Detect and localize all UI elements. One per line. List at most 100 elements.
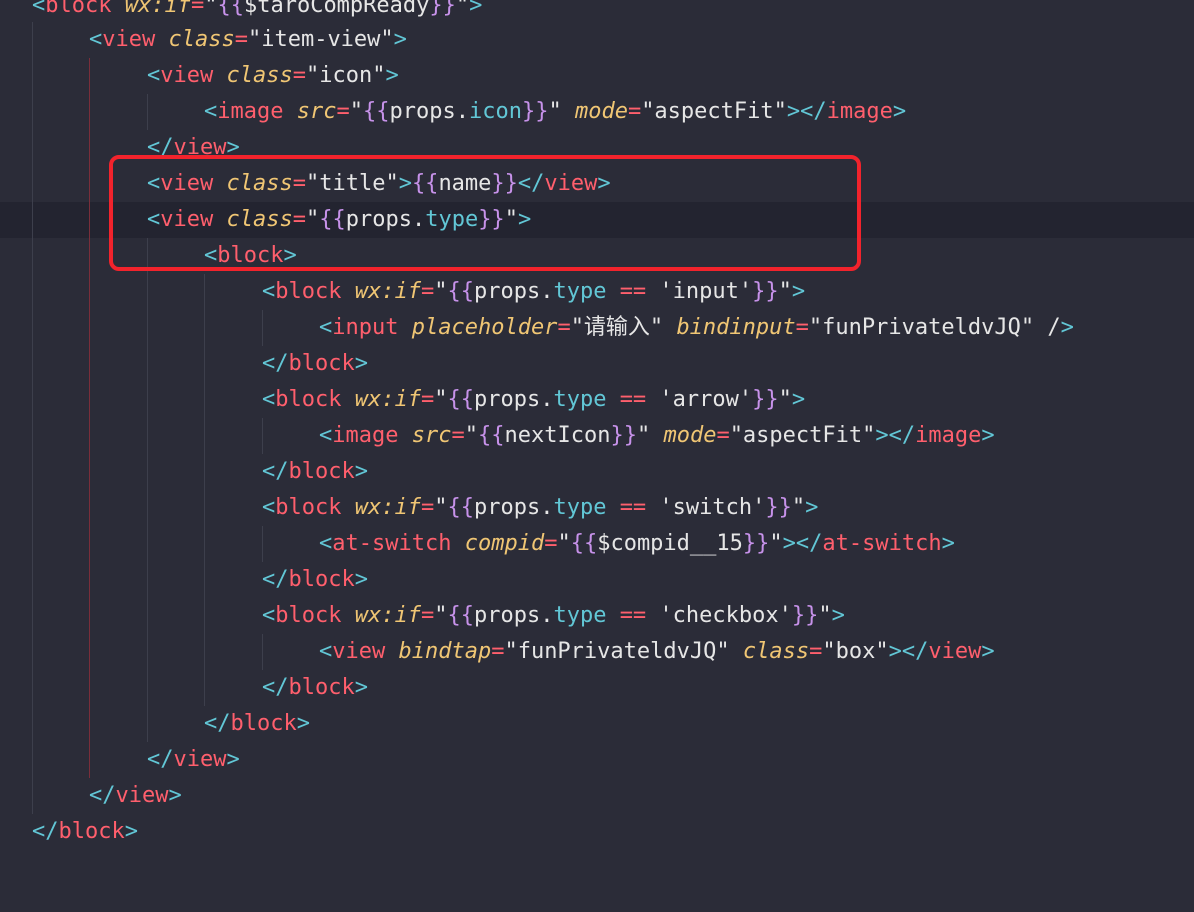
indent-guide <box>89 418 90 454</box>
code-line[interactable]: </view> <box>0 778 1194 814</box>
code-line[interactable]: <view class="item-view"> <box>0 22 1194 58</box>
indent-guide <box>32 418 33 454</box>
code-line[interactable]: </block> <box>0 670 1194 706</box>
indent-guide <box>32 58 33 94</box>
indent-guide <box>32 346 33 382</box>
code-line[interactable]: <view class="icon"> <box>0 58 1194 94</box>
code-line[interactable]: </view> <box>0 130 1194 166</box>
indent-guide <box>89 454 90 490</box>
code-line[interactable]: <block> <box>0 238 1194 274</box>
code-text: <view class="item-view"> <box>89 27 407 52</box>
indent-guide <box>147 490 148 526</box>
code-line[interactable]: <block wx:if="{{$taroCompReady}}"> <box>0 0 1194 24</box>
indent-guide <box>32 634 33 670</box>
code-line[interactable]: <view class="title">{{name}}</view> <box>0 166 1194 202</box>
indent-guide <box>32 166 33 202</box>
code-line[interactable]: </view> <box>0 742 1194 778</box>
indent-guide <box>204 346 205 382</box>
code-line[interactable]: <block wx:if="{{props.type == 'switch'}}… <box>0 490 1194 526</box>
code-line-current[interactable]: <view class="{{props.type}}"> <box>0 202 1194 238</box>
code-line[interactable]: </block> <box>0 706 1194 742</box>
indent-guide <box>32 310 33 346</box>
code-text: </block> <box>32 819 138 844</box>
code-line[interactable]: <block wx:if="{{props.type == 'arrow'}}"… <box>0 382 1194 418</box>
indent-guide <box>89 562 90 598</box>
code-line[interactable]: <view bindtap="funPrivateldvJQ" class="b… <box>0 634 1194 670</box>
code-editor[interactable]: <block wx:if="{{$taroCompReady}}"> <view… <box>0 0 1194 912</box>
code-text: </block> <box>262 567 368 592</box>
indent-guide <box>32 598 33 634</box>
code-line[interactable]: <at-switch compid="{{$compid__15}}"></at… <box>0 526 1194 562</box>
code-line[interactable]: </block> <box>0 454 1194 490</box>
code-line[interactable]: </block> <box>0 346 1194 382</box>
indent-guide <box>147 598 148 634</box>
indent-guide <box>147 310 148 346</box>
indent-guide <box>32 130 33 166</box>
indent-guide <box>204 490 205 526</box>
code-text: </block> <box>262 675 368 700</box>
code-line[interactable]: <image src="{{nextIcon}}" mode="aspectFi… <box>0 418 1194 454</box>
code-line[interactable]: <input placeholder="请输入" bindinput="funP… <box>0 310 1194 346</box>
indent-guide <box>89 58 90 94</box>
indent-guide <box>89 634 90 670</box>
indent-guide <box>204 598 205 634</box>
indent-guide <box>204 670 205 706</box>
indent-guide <box>89 670 90 706</box>
indent-guide <box>204 634 205 670</box>
indent-guide <box>204 274 205 310</box>
indent-guide <box>262 634 263 670</box>
indent-guide <box>89 94 90 130</box>
indent-guide <box>204 526 205 562</box>
indent-guide <box>147 274 148 310</box>
code-text: <block wx:if="{{props.type == 'checkbox'… <box>262 603 845 628</box>
code-text: <image src="{{nextIcon}}" mode="aspectFi… <box>319 423 995 448</box>
code-line[interactable]: <image src="{{props.icon}}" mode="aspect… <box>0 94 1194 130</box>
indent-guide <box>147 454 148 490</box>
indent-guide <box>89 202 90 238</box>
code-text: <block wx:if="{{props.type == 'arrow'}}"… <box>262 387 806 412</box>
indent-guide <box>89 346 90 382</box>
code-text: <view class="icon"> <box>147 63 399 88</box>
indent-guide <box>262 418 263 454</box>
indent-guide <box>89 742 90 778</box>
indent-guide <box>204 454 205 490</box>
indent-guide <box>32 742 33 778</box>
indent-guide <box>147 706 148 742</box>
indent-guide <box>89 490 90 526</box>
indent-guide <box>89 274 90 310</box>
code-line[interactable]: </block> <box>0 814 1194 850</box>
indent-guide <box>89 526 90 562</box>
indent-guide <box>89 598 90 634</box>
indent-guide <box>32 490 33 526</box>
indent-guide <box>32 706 33 742</box>
indent-guide <box>262 310 263 346</box>
code-text: <input placeholder="请输入" bindinput="funP… <box>319 315 1074 340</box>
code-text: <image src="{{props.icon}}" mode="aspect… <box>204 99 907 124</box>
indent-guide <box>89 130 90 166</box>
indent-guide <box>32 22 33 58</box>
indent-guide <box>32 202 33 238</box>
indent-guide <box>147 670 148 706</box>
indent-guide <box>204 310 205 346</box>
indent-guide <box>204 382 205 418</box>
code-text: <view bindtap="funPrivateldvJQ" class="b… <box>319 639 995 664</box>
indent-guide <box>32 454 33 490</box>
code-text: <at-switch compid="{{$compid__15}}"></at… <box>319 531 955 556</box>
indent-guide <box>32 382 33 418</box>
code-text: <block> <box>204 243 297 268</box>
indent-guide <box>32 670 33 706</box>
indent-guide <box>32 562 33 598</box>
code-text: </view> <box>147 747 240 772</box>
code-text: </block> <box>204 711 310 736</box>
indent-guide <box>147 526 148 562</box>
code-line[interactable]: <block wx:if="{{props.type == 'input'}}"… <box>0 274 1194 310</box>
indent-guide <box>89 310 90 346</box>
indent-guide <box>147 634 148 670</box>
code-line[interactable]: </block> <box>0 562 1194 598</box>
code-line[interactable]: <block wx:if="{{props.type == 'checkbox'… <box>0 598 1194 634</box>
code-text: <block wx:if="{{$taroCompReady}}"> <box>32 0 483 18</box>
indent-guide <box>147 418 148 454</box>
code-text: </block> <box>262 459 368 484</box>
indent-guide <box>147 562 148 598</box>
code-text: </view> <box>147 135 240 160</box>
